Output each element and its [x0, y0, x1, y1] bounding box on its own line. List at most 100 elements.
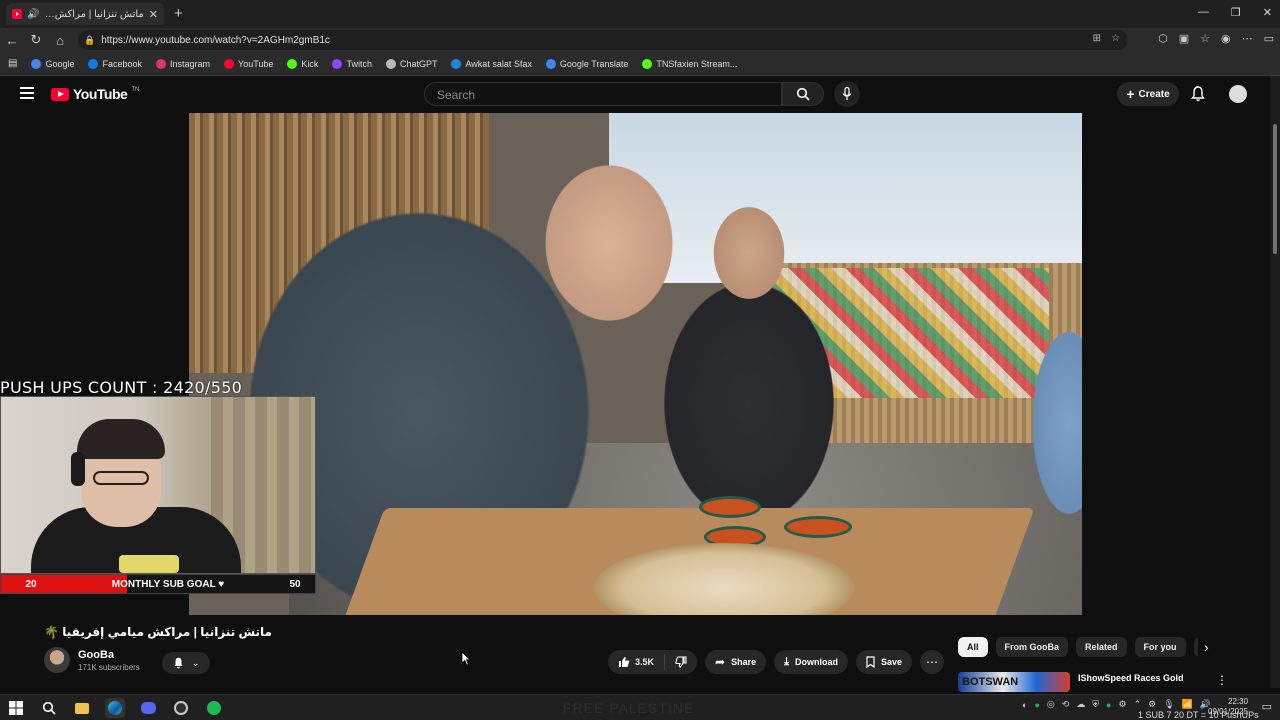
- voice-search-button[interactable]: [834, 81, 860, 107]
- bookmark-google[interactable]: Google: [31, 58, 74, 69]
- account-avatar[interactable]: [1229, 85, 1247, 103]
- like-button[interactable]: 3.5K: [608, 650, 664, 674]
- download-icon: ⤓: [784, 655, 789, 668]
- tray-gear-icon[interactable]: ⚙: [1148, 699, 1156, 710]
- kick-icon: [642, 58, 653, 69]
- close-window-icon[interactable]: ✕: [1263, 6, 1272, 19]
- split-screen-icon[interactable]: ▣: [1179, 32, 1189, 45]
- windows-start-icon[interactable]: [6, 698, 26, 718]
- bookmark-facebook[interactable]: Facebook: [88, 58, 142, 69]
- tray-share-icon[interactable]: ⟲: [1062, 699, 1070, 710]
- notification-icon[interactable]: ▭: [1262, 700, 1272, 713]
- bookmark-icon: [866, 656, 875, 668]
- video-title: ماتش تنزانيا | مراكش ميامي إفريقيا 🌴: [44, 625, 272, 639]
- share-button[interactable]: ➦ Share: [705, 650, 767, 674]
- tray-spotify-icon[interactable]: ●: [1106, 700, 1111, 710]
- page-scrollbar[interactable]: [1270, 76, 1280, 688]
- video-person-right: [1009, 293, 1082, 593]
- system-tray: ◐ ● ◎ ⟲ ☁ ⛨ ● ⚙ ⌃ ⚙ 🎙 📶 🔊: [1022, 699, 1211, 710]
- recommended-title[interactable]: IShowSpeed Races Gold Medalist Letsile T…: [1078, 672, 1212, 686]
- restore-icon[interactable]: ❐: [1231, 6, 1241, 19]
- pushups-counter: PUSH UPS COUNT : 2420/550: [0, 378, 243, 397]
- speaker-icon[interactable]: 🔊: [27, 9, 39, 20]
- notifications-button[interactable]: [1191, 86, 1205, 107]
- subscription-notification-button[interactable]: ⌄: [162, 652, 210, 674]
- video-player[interactable]: [189, 113, 1082, 615]
- favorite-star-icon[interactable]: ☆: [1111, 33, 1120, 44]
- channel-name[interactable]: GooBa: [78, 649, 140, 661]
- obs-icon[interactable]: [171, 698, 191, 718]
- save-button[interactable]: Save: [855, 650, 912, 674]
- scrollbar-thumb[interactable]: [1273, 124, 1277, 254]
- subscriber-count: 171K subscribers: [78, 662, 140, 672]
- microphone-icon: [842, 87, 852, 100]
- favorites-icon[interactable]: ☆: [1200, 32, 1210, 45]
- bookmark-google-translate[interactable]: Google Translate: [545, 58, 628, 69]
- more-actions-button[interactable]: ⋯: [920, 650, 944, 674]
- tray-mic-icon[interactable]: 🎙: [1163, 699, 1174, 710]
- edge-browser-icon[interactable]: [105, 698, 125, 718]
- bookmark-instagram[interactable]: Instagram: [156, 58, 210, 69]
- home-icon[interactable]: ⌂: [48, 33, 72, 48]
- bookmark-chatgpt[interactable]: ChatGPT: [385, 58, 437, 69]
- dislike-button[interactable]: [665, 650, 697, 674]
- chip-recent[interactable]: Re: [1193, 637, 1198, 657]
- plus-icon: +: [1126, 86, 1135, 102]
- streamer-webcam: [0, 396, 316, 574]
- bookmark-youtube[interactable]: YouTube: [224, 58, 273, 69]
- more-menu-icon[interactable]: ⋯: [1242, 32, 1253, 45]
- more-horizontal-icon: ⋯: [926, 655, 938, 669]
- spotify-icon[interactable]: [204, 698, 224, 718]
- sidebar-icon[interactable]: ▭: [1264, 32, 1274, 45]
- tray-app-icon[interactable]: ◐: [1022, 700, 1027, 710]
- facebook-icon: [88, 58, 99, 69]
- chip-all[interactable]: All: [958, 637, 988, 657]
- tray-shield-icon[interactable]: ⛨: [1092, 699, 1099, 710]
- more-vertical-icon[interactable]: ⋮: [1216, 673, 1228, 687]
- close-tab-icon[interactable]: ✕: [149, 8, 158, 21]
- reload-icon[interactable]: ↻: [24, 32, 48, 48]
- tray-tool-icon[interactable]: ⚙: [1118, 699, 1126, 710]
- minimize-icon[interactable]: —: [1198, 6, 1209, 19]
- bookmark-twitch[interactable]: Twitch: [332, 58, 372, 69]
- url-field[interactable]: 🔒 https://www.youtube.com/watch?v=2AGHm2…: [78, 30, 1128, 50]
- profile-icon[interactable]: ◉: [1221, 32, 1231, 45]
- discord-icon[interactable]: [138, 698, 158, 718]
- chip-for-you[interactable]: For you: [1134, 637, 1186, 657]
- search-button[interactable]: [782, 82, 824, 106]
- search-icon[interactable]: [39, 698, 59, 718]
- bookmark-awkat-salat[interactable]: Awkat salat Sfax: [451, 58, 532, 69]
- menu-icon[interactable]: [20, 87, 34, 99]
- back-icon[interactable]: ←: [0, 33, 24, 48]
- channel-avatar[interactable]: [44, 647, 70, 673]
- tray-cloud-icon[interactable]: ☁: [1076, 699, 1085, 710]
- file-explorer-icon[interactable]: [72, 698, 92, 718]
- youtube-masthead: YouTube TN Search + Create: [0, 76, 1270, 114]
- app-available-icon[interactable]: ⊞: [1093, 33, 1101, 44]
- chevron-up-icon[interactable]: ⌃: [1134, 699, 1142, 710]
- browser-tab-active[interactable]: 🔊 ماتش تنزانيا | مراكش ميامي إفريقيا ✕: [6, 3, 164, 25]
- create-button[interactable]: + Create: [1117, 82, 1179, 106]
- chip-from-gooba[interactable]: From GooBa: [995, 637, 1069, 657]
- search-input[interactable]: Search: [424, 82, 782, 106]
- search-icon: [796, 87, 810, 101]
- youtube-logo[interactable]: YouTube TN: [51, 86, 139, 102]
- tray-circle-icon[interactable]: ◎: [1047, 699, 1055, 710]
- bookmark-kick[interactable]: Kick: [287, 58, 318, 69]
- new-tab-button[interactable]: +: [174, 5, 183, 22]
- toolbar-extensions: ⬡ ▣ ☆ ◉ ⋯ ▭: [1158, 32, 1274, 45]
- bookmark-tnsfaxien[interactable]: TNSfaxien Stream...: [642, 58, 737, 69]
- sub-goal-label: MONTHLY SUB GOAL ♥: [111, 578, 225, 590]
- youtube-page: YouTube TN Search + Create PUSH UPS COUN…: [0, 76, 1270, 692]
- taskbar-apps: [6, 698, 224, 718]
- recommended-video[interactable]: BOTSWAN IShowSpeed Races Gold Medalist L…: [958, 672, 1212, 692]
- bookmarks-folder-icon[interactable]: ▤: [8, 58, 17, 69]
- recommended-thumbnail[interactable]: BOTSWAN: [958, 672, 1070, 692]
- download-button[interactable]: ⤓ Download: [774, 650, 848, 674]
- tray-green-icon[interactable]: ●: [1034, 700, 1039, 710]
- extensions-icon[interactable]: ⬡: [1158, 32, 1168, 45]
- window-controls: — ❐ ✕: [1198, 6, 1272, 19]
- wifi-icon[interactable]: 📶: [1182, 699, 1193, 710]
- chevron-right-icon[interactable]: ›: [1204, 639, 1209, 655]
- chip-related[interactable]: Related: [1076, 637, 1127, 657]
